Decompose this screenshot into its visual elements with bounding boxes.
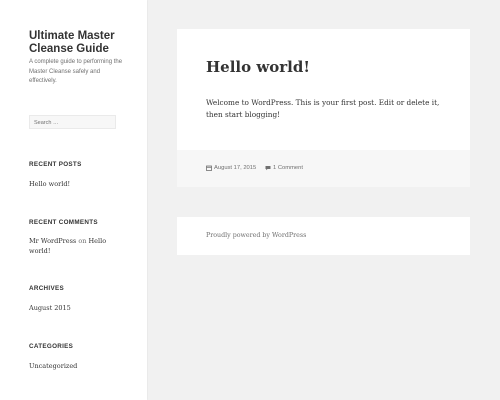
calendar-icon <box>206 165 212 171</box>
powered-by-link[interactable]: Proudly powered by WordPress <box>206 232 306 239</box>
archive-link[interactable]: August 2015 <box>29 303 119 313</box>
category-link[interactable]: Uncategorized <box>29 361 119 371</box>
post-date[interactable]: August 17, 2015 <box>206 165 256 171</box>
post-meta: August 17, 2015 1 Comment <box>177 150 470 187</box>
categories-title: CATEGORIES <box>29 343 74 350</box>
post-content: Welcome to WordPress. This is your first… <box>206 98 440 119</box>
comment-on-text: on <box>78 237 87 245</box>
site-title-link[interactable]: Ultimate Master Cleanse Guide <box>29 30 134 56</box>
recent-posts-title: RECENT POSTS <box>29 161 82 168</box>
post-card: Hello world! Welcome to WordPress. This … <box>177 29 470 187</box>
post-comments-text: 1 Comment <box>273 165 303 171</box>
comment-author-link[interactable]: Mr WordPress <box>29 237 76 245</box>
post-title[interactable]: Hello world! <box>206 58 310 76</box>
post-date-text: August 17, 2015 <box>214 165 257 171</box>
site-footer: Proudly powered by WordPress <box>177 217 470 255</box>
sidebar: Ultimate Master Cleanse Guide A complete… <box>0 0 147 400</box>
post-comments-link[interactable]: 1 Comment <box>265 165 303 171</box>
recent-post-link[interactable]: Hello world! <box>29 179 119 189</box>
search-input[interactable]: Search … <box>29 115 116 129</box>
archives-title: ARCHIVES <box>29 285 64 292</box>
recent-comments-title: RECENT COMMENTS <box>29 219 98 226</box>
recent-comment-item: Mr WordPress on Hello world! <box>29 236 119 256</box>
comment-bubble-icon <box>265 166 271 171</box>
site-description: A complete guide to performing the Maste… <box>29 59 123 84</box>
search-placeholder: Search … <box>34 119 59 126</box>
